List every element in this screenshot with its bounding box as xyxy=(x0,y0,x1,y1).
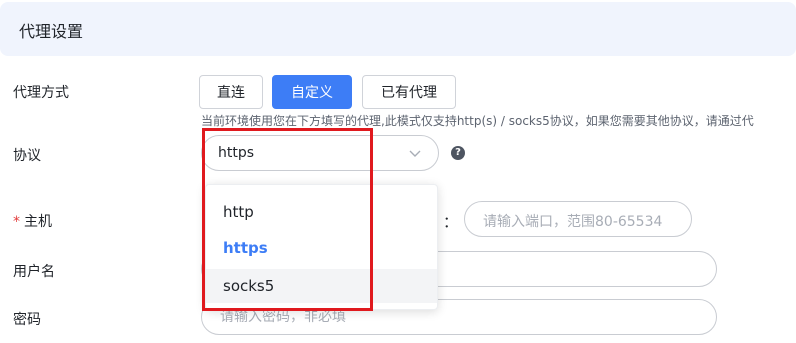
port-placeholder: 请输入端口，范围80-65534 xyxy=(483,214,663,230)
help-icon[interactable]: ? xyxy=(451,146,465,160)
section-title: 代理设置 xyxy=(19,22,84,41)
port-input[interactable]: 请输入端口，范围80-65534 xyxy=(464,201,692,237)
protocol-label: 协议 xyxy=(13,148,41,164)
proxy-mode-hint: 当前环境使用您在下方填写的代理,此模式仅支持http(s) / socks5协议… xyxy=(201,114,754,128)
protocol-dropdown: http https socks5 xyxy=(205,184,438,310)
section-header: 代理设置 xyxy=(0,2,796,56)
proxy-mode-label: 代理方式 xyxy=(13,85,69,101)
protocol-select-value: https xyxy=(218,145,255,161)
option-http[interactable]: http xyxy=(206,195,437,229)
required-asterisk: * xyxy=(13,214,20,230)
mode-custom-button[interactable]: 自定义 xyxy=(272,75,352,109)
option-socks5[interactable]: socks5 xyxy=(206,269,437,303)
password-label: 密码 xyxy=(13,312,41,328)
protocol-select[interactable]: https xyxy=(201,135,439,171)
chevron-down-icon xyxy=(409,150,421,157)
username-label: 用户名 xyxy=(13,264,55,280)
option-https[interactable]: https xyxy=(206,231,437,265)
port-separator: ： xyxy=(443,213,459,231)
mode-existing-proxy-button[interactable]: 已有代理 xyxy=(362,75,456,109)
mode-direct-button[interactable]: 直连 xyxy=(199,75,263,109)
host-label: * 主机 xyxy=(13,214,52,230)
